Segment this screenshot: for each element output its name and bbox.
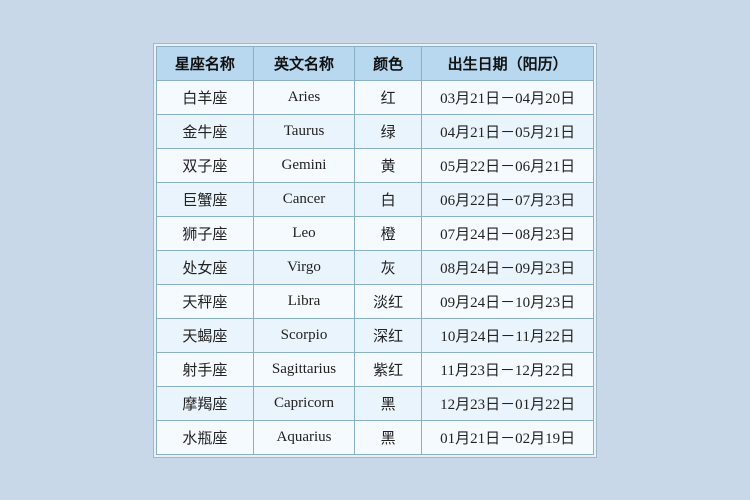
table-cell-r0-c1: Aries: [253, 80, 354, 114]
table-cell-r5-c3: 08月24日－09月23日: [422, 250, 594, 284]
table-body: 白羊座Aries红03月21日－04月20日金牛座Taurus绿04月21日－0…: [156, 80, 593, 454]
table-cell-r6-c1: Libra: [253, 284, 354, 318]
table-cell-r4-c0: 狮子座: [156, 216, 253, 250]
table-header-row: 星座名称英文名称颜色出生日期（阳历）: [156, 46, 593, 80]
table-cell-r5-c0: 处女座: [156, 250, 253, 284]
table-cell-r2-c3: 05月22日－06月21日: [422, 148, 594, 182]
table-cell-r10-c1: Aquarius: [253, 420, 354, 454]
table-cell-r5-c2: 灰: [355, 250, 422, 284]
table-cell-r9-c1: Capricorn: [253, 386, 354, 420]
table-header-3: 出生日期（阳历）: [422, 46, 594, 80]
table-cell-r10-c2: 黑: [355, 420, 422, 454]
table-cell-r3-c3: 06月22日－07月23日: [422, 182, 594, 216]
table-row: 射手座Sagittarius紫红11月23日－12月22日: [156, 352, 593, 386]
table-cell-r4-c1: Leo: [253, 216, 354, 250]
table-cell-r9-c3: 12月23日－01月22日: [422, 386, 594, 420]
table-cell-r8-c3: 11月23日－12月22日: [422, 352, 594, 386]
table-header-2: 颜色: [355, 46, 422, 80]
table-cell-r4-c2: 橙: [355, 216, 422, 250]
table-cell-r2-c2: 黄: [355, 148, 422, 182]
table-cell-r1-c3: 04月21日－05月21日: [422, 114, 594, 148]
table-cell-r8-c1: Sagittarius: [253, 352, 354, 386]
table-row: 水瓶座Aquarius黑01月21日－02月19日: [156, 420, 593, 454]
table-row: 天蝎座Scorpio深红10月24日－11月22日: [156, 318, 593, 352]
table-cell-r1-c1: Taurus: [253, 114, 354, 148]
table-cell-r8-c2: 紫红: [355, 352, 422, 386]
table-cell-r3-c0: 巨蟹座: [156, 182, 253, 216]
table-row: 金牛座Taurus绿04月21日－05月21日: [156, 114, 593, 148]
table-cell-r7-c2: 深红: [355, 318, 422, 352]
table-cell-r2-c1: Gemini: [253, 148, 354, 182]
table-cell-r3-c1: Cancer: [253, 182, 354, 216]
table-cell-r3-c2: 白: [355, 182, 422, 216]
table-cell-r6-c2: 淡红: [355, 284, 422, 318]
table-row: 摩羯座Capricorn黑12月23日－01月22日: [156, 386, 593, 420]
table-cell-r0-c0: 白羊座: [156, 80, 253, 114]
table-row: 巨蟹座Cancer白06月22日－07月23日: [156, 182, 593, 216]
table-header-1: 英文名称: [253, 46, 354, 80]
table-cell-r7-c0: 天蝎座: [156, 318, 253, 352]
table-cell-r1-c0: 金牛座: [156, 114, 253, 148]
table-cell-r10-c0: 水瓶座: [156, 420, 253, 454]
table-cell-r0-c2: 红: [355, 80, 422, 114]
table-row: 处女座Virgo灰08月24日－09月23日: [156, 250, 593, 284]
table-cell-r9-c2: 黑: [355, 386, 422, 420]
table-cell-r8-c0: 射手座: [156, 352, 253, 386]
table-cell-r2-c0: 双子座: [156, 148, 253, 182]
table-row: 狮子座Leo橙07月24日－08月23日: [156, 216, 593, 250]
table-cell-r9-c0: 摩羯座: [156, 386, 253, 420]
zodiac-table: 星座名称英文名称颜色出生日期（阳历） 白羊座Aries红03月21日－04月20…: [156, 46, 594, 455]
table-row: 天秤座Libra淡红09月24日－10月23日: [156, 284, 593, 318]
table-cell-r6-c0: 天秤座: [156, 284, 253, 318]
table-cell-r5-c1: Virgo: [253, 250, 354, 284]
table-cell-r10-c3: 01月21日－02月19日: [422, 420, 594, 454]
table-cell-r6-c3: 09月24日－10月23日: [422, 284, 594, 318]
table-cell-r7-c3: 10月24日－11月22日: [422, 318, 594, 352]
table-row: 双子座Gemini黄05月22日－06月21日: [156, 148, 593, 182]
table-cell-r4-c3: 07月24日－08月23日: [422, 216, 594, 250]
table-cell-r7-c1: Scorpio: [253, 318, 354, 352]
table-cell-r1-c2: 绿: [355, 114, 422, 148]
table-row: 白羊座Aries红03月21日－04月20日: [156, 80, 593, 114]
zodiac-table-wrapper: 星座名称英文名称颜色出生日期（阳历） 白羊座Aries红03月21日－04月20…: [153, 43, 597, 458]
table-cell-r0-c3: 03月21日－04月20日: [422, 80, 594, 114]
table-header-0: 星座名称: [156, 46, 253, 80]
